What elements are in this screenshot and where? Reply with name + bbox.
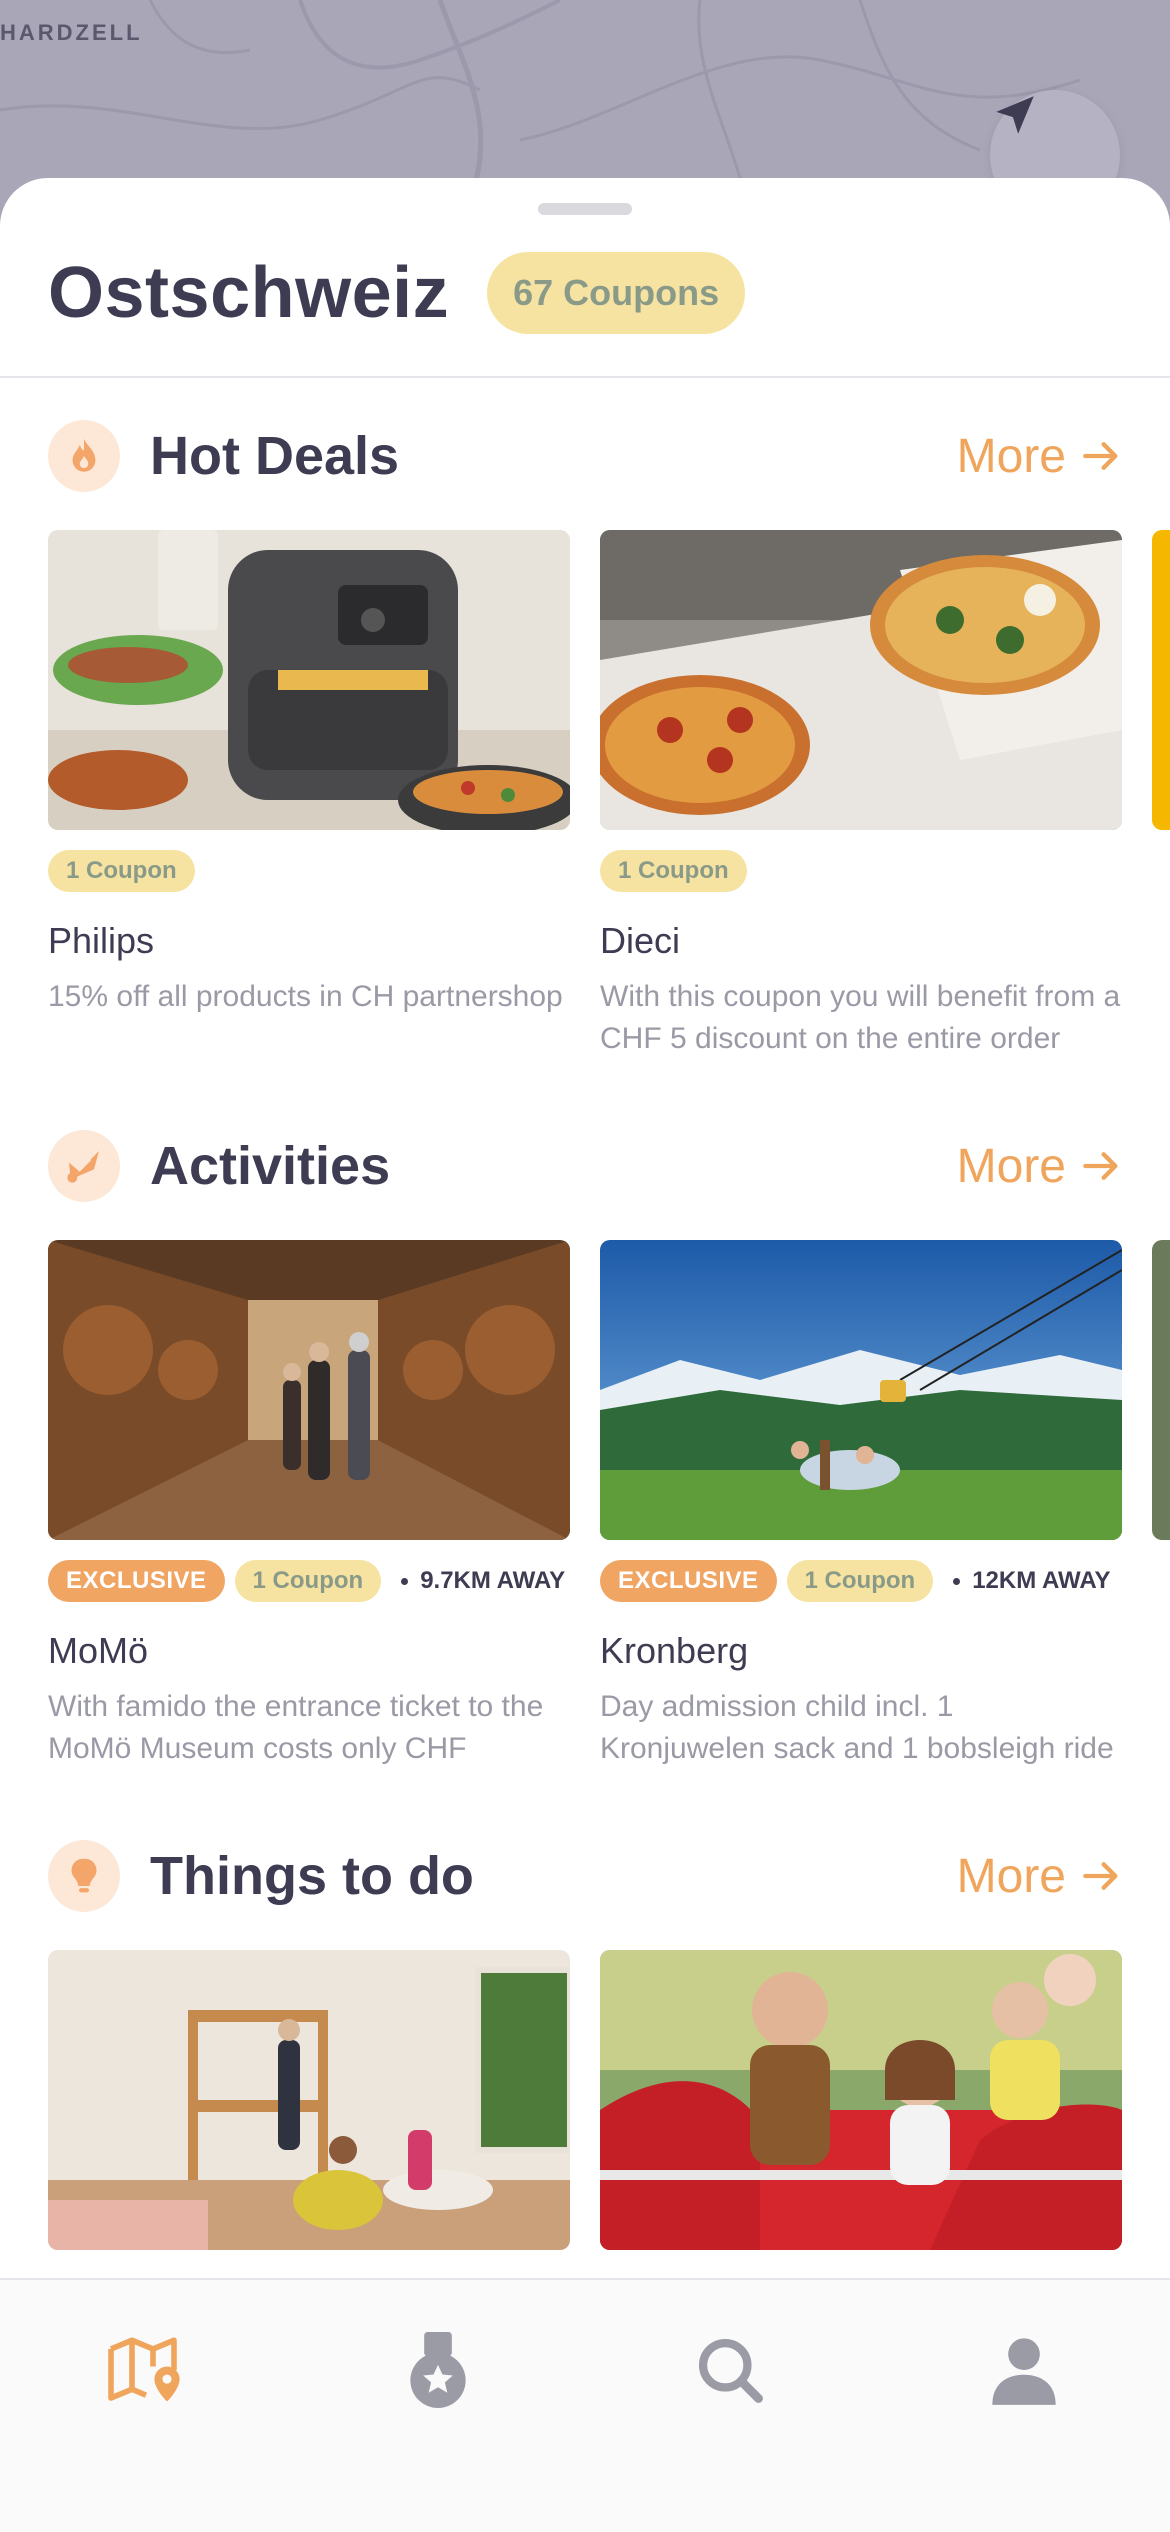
map-place-label: HARDZELL [0, 20, 143, 45]
rewards-tab[interactable] [388, 2320, 488, 2420]
activity-card-kronberg[interactable]: EXCLUSIVE 1 Coupon 12KM AWAY Kronberg Da… [600, 1240, 1122, 1770]
coupon-badge: 1 Coupon [48, 850, 195, 892]
more-label: More [956, 1849, 1066, 1903]
coupon-badge: 1 Coupon [600, 850, 747, 892]
more-link[interactable]: More [957, 1849, 1122, 1904]
search-icon [698, 2338, 763, 2403]
card-tags: 1 Coupon [48, 850, 570, 892]
exclusive-badge: EXCLUSIVE [600, 1560, 777, 1602]
things-card-amusement[interactable] [600, 1950, 1122, 2250]
card-name: Kronberg [600, 1630, 749, 1671]
bottom-sheet[interactable]: Ostschweiz 67 Coupons Hot Deals More 1 C… [0, 178, 1170, 2278]
card-description: Day admission child incl. 1 Kronjuwelen … [600, 1690, 1114, 1765]
coupon-badge: 1 Coupon [786, 1560, 934, 1602]
card-description: With famido the entrance ticket to the M… [48, 1690, 544, 1765]
sheet-drag-handle[interactable] [538, 203, 632, 215]
deal-card-dieci[interactable]: 1 Coupon Dieci With this coupon you will… [600, 530, 1122, 1060]
more-label: More [956, 1139, 1066, 1193]
header-divider [0, 376, 1170, 378]
map-tab[interactable] [96, 2320, 196, 2420]
wine-cellar-image [48, 1240, 570, 1540]
section-header: Activities More [48, 1130, 1122, 1202]
amusement-ride-image [600, 1950, 1122, 2250]
card-description: 15% off all products in CH partnershop [48, 980, 563, 1013]
section-title: Things to do [150, 1846, 474, 1906]
things-card-hostel[interactable] [48, 1950, 570, 2250]
distance-label: 12KM AWAY [953, 1567, 1110, 1595]
next-card-peek[interactable] [1152, 1240, 1170, 1540]
section-title: Activities [150, 1136, 391, 1196]
deal-card-philips[interactable]: 1 Coupon Philips 15% off all products in… [48, 530, 570, 1060]
card-name: MoMö [48, 1630, 149, 1671]
arrow-right-icon [1083, 1862, 1118, 1890]
arrow-right-icon [1083, 442, 1118, 470]
medal-icon [410, 2332, 466, 2408]
section-title: Hot Deals [150, 426, 400, 486]
lightbulb-icon [48, 1840, 120, 1912]
more-link[interactable]: More [957, 429, 1122, 484]
pizza-image [600, 530, 1122, 830]
exclusive-badge: EXCLUSIVE [48, 1560, 225, 1602]
flame-icon [48, 420, 120, 492]
arrow-right-icon [1083, 1152, 1118, 1180]
card-tags: EXCLUSIVE 1 Coupon 12KM AWAY [600, 1560, 1122, 1602]
distance-label: 9.7KM AWAY [401, 1567, 565, 1595]
more-label: More [956, 429, 1066, 483]
profile-tab[interactable] [974, 2320, 1074, 2420]
shuttlecock-icon [48, 1130, 120, 1202]
region-header: Ostschweiz 67 Coupons [48, 248, 746, 338]
card-tags: 1 Coupon [600, 850, 1122, 892]
coupon-count-badge: 67 Coupons [487, 252, 746, 334]
card-description: With this coupon you will benefit from a… [600, 980, 1121, 1055]
card-name: Philips [48, 920, 155, 961]
next-card-peek[interactable] [1152, 530, 1170, 830]
navigation-arrow-icon [996, 96, 1034, 134]
bottom-tab-bar [0, 2278, 1170, 2532]
activity-card-momo[interactable]: EXCLUSIVE 1 Coupon 9.7KM AWAY MoMö With … [48, 1240, 570, 1770]
section-header: Things to do More [48, 1840, 1122, 1912]
card-name: Dieci [600, 920, 681, 961]
air-fryer-image [48, 530, 570, 830]
card-tags: EXCLUSIVE 1 Coupon 9.7KM AWAY [48, 1560, 570, 1602]
user-icon [992, 2338, 1056, 2405]
coupon-badge: 1 Coupon [234, 1560, 382, 1602]
map-pin-icon [108, 2337, 180, 2402]
section-header: Hot Deals More [48, 420, 1122, 492]
search-tab[interactable] [680, 2320, 780, 2420]
hostel-room-image [48, 1950, 570, 2250]
more-link[interactable]: More [957, 1139, 1122, 1194]
region-title: Ostschweiz [48, 253, 450, 333]
zipline-image [600, 1240, 1122, 1540]
